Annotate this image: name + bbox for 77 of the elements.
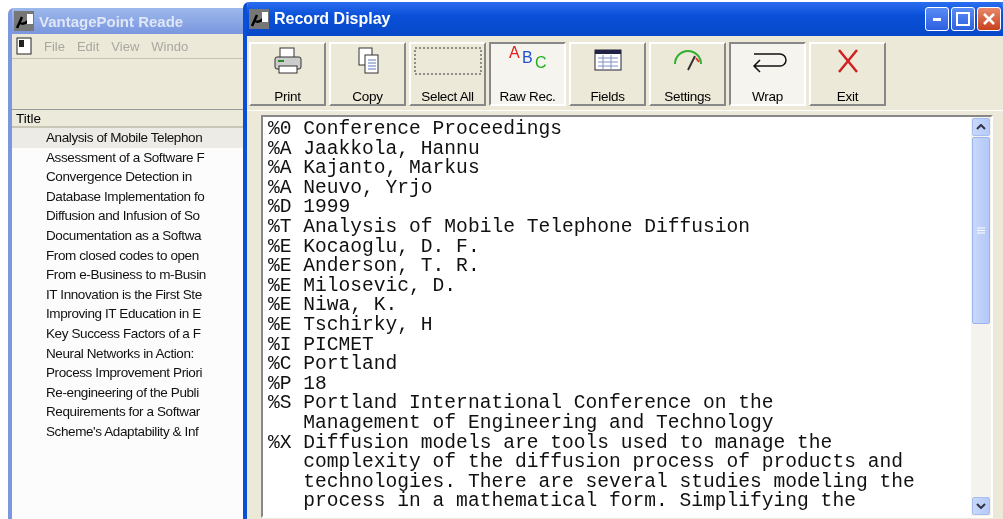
list-item[interactable]: Diffusion and Infusion of So — [12, 206, 244, 226]
field-tag: %I — [268, 335, 304, 356]
toolbar-button[interactable]: Wrap — [729, 42, 806, 106]
app-logo-icon — [14, 11, 34, 31]
field-tag: %E — [268, 257, 304, 277]
list-item[interactable]: Re-engineering of the Publi — [12, 382, 244, 403]
toolbar-button[interactable]: Exit — [809, 42, 886, 106]
scroll-thumb[interactable] — [972, 137, 990, 324]
window-title: VantagePoint Reade — [39, 12, 184, 30]
list-item[interactable]: Neural Networks in Action: — [12, 343, 244, 364]
list-item[interactable]: Database Implementation fo — [12, 186, 244, 207]
field-tag: %D — [268, 198, 304, 218]
list-item[interactable]: Key Success Factors of a F — [12, 323, 244, 344]
field-value: process in a mathematical form. Simplifying the — [303, 492, 856, 512]
column-header[interactable]: Title — [12, 110, 244, 128]
list-item[interactable]: Process Improvement Priori — [12, 363, 244, 383]
list-item[interactable]: Scheme's Adaptability & Inf — [12, 421, 244, 442]
field-value: Analysis of Mobile Telephone Diffusion — [303, 217, 751, 238]
minimize-icon — [933, 17, 941, 21]
close-button[interactable] — [977, 7, 1001, 31]
field-value: Conference Proceedings — [303, 120, 562, 140]
field-value: Kajanto, Markus — [303, 159, 480, 179]
toolbar-button[interactable]: Select All — [409, 42, 486, 106]
field-tag: %T — [268, 217, 304, 238]
list-item[interactable]: Analysis of Mobile Telephon — [12, 128, 244, 148]
field-tag: %S — [268, 394, 304, 414]
field-tag: %A — [268, 159, 304, 179]
field-value: Portland International Conference on the — [303, 394, 774, 414]
grip-icon — [977, 227, 985, 234]
close-icon — [982, 12, 996, 26]
list-item[interactable]: Requirements for a Softwar — [12, 402, 244, 422]
field-value: Neuvo, Yrjo — [303, 178, 433, 199]
toolbar-button[interactable]: Copy — [329, 42, 406, 106]
maximize-button[interactable] — [951, 7, 975, 31]
field-value: Niwa, K. — [303, 296, 398, 316]
field-value: 18 — [303, 374, 327, 395]
field-tag: %A — [268, 178, 304, 199]
letters-icon: A B C — [504, 46, 551, 76]
list-item[interactable]: From e-Business to m-Busin — [12, 265, 244, 285]
toolbar-button[interactable]: A B C Raw Rec. — [489, 42, 566, 106]
chevron-up-icon — [976, 124, 986, 130]
list-item[interactable]: Convergence Detection in — [12, 167, 244, 187]
chevron-down-icon — [976, 503, 986, 509]
field-tag: %E — [268, 237, 304, 258]
minimize-button[interactable] — [925, 7, 949, 31]
selection-icon — [411, 46, 484, 76]
window-title: Record Display — [274, 10, 391, 28]
list-item[interactable]: Assessment of a Software F — [12, 147, 244, 168]
toolbar-button[interactable]: Settings — [649, 42, 726, 106]
field-tag: %E — [268, 315, 304, 336]
scroll-up-button[interactable] — [972, 118, 990, 136]
field-value: Management of Engineering and Technology — [303, 413, 774, 434]
field-value: complexity of the diffusion process of products and — [303, 453, 903, 473]
maximize-icon — [956, 12, 970, 26]
toolbar-button[interactable]: Print — [249, 42, 326, 106]
field-tag: %E — [268, 296, 304, 316]
field-value: 1999 — [303, 198, 351, 218]
document-icon — [16, 37, 32, 55]
field-tag: %E — [268, 276, 304, 297]
list-item[interactable]: IT Innovation is the First Ste — [12, 284, 244, 305]
field-tag: %C — [268, 355, 304, 375]
field-tag: %P — [268, 374, 304, 395]
scroll-down-button[interactable] — [972, 497, 990, 515]
toolbar-button[interactable]: Fields — [569, 42, 646, 106]
app-logo-icon — [249, 9, 269, 29]
field-value: Milosevic, D. — [303, 276, 457, 297]
field-tag: %0 — [268, 120, 304, 140]
list-item[interactable]: Improving IT Education in E — [12, 304, 244, 324]
field-value: Kocaoglu, D. F. — [303, 237, 480, 258]
scrollbar[interactable] — [971, 117, 991, 516]
field-value: Anderson, T. R. — [303, 257, 480, 277]
list-item[interactable]: From closed codes to open — [12, 245, 244, 266]
field-value: Portland — [303, 355, 398, 375]
field-tag: %A — [268, 139, 304, 160]
list-item[interactable]: Documentation as a Softwa — [12, 225, 244, 246]
field-tag: %X — [268, 433, 304, 454]
field-value: Tschirky, H — [303, 315, 433, 336]
